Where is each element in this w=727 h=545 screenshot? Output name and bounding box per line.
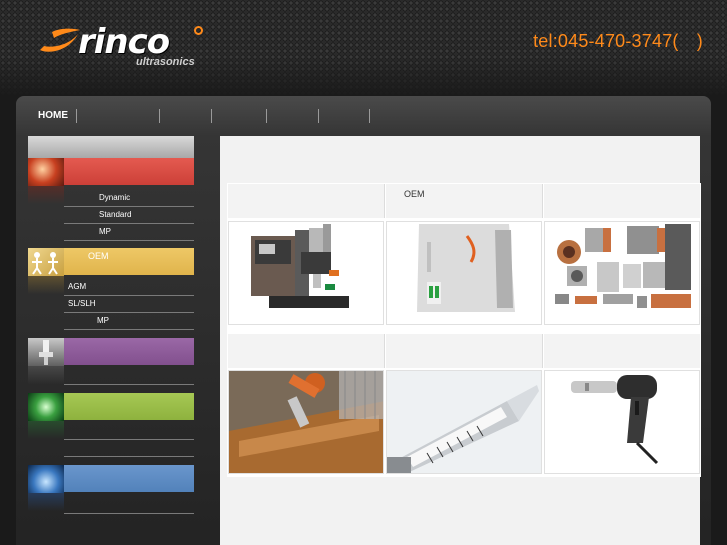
thumbnail-reflection (28, 421, 64, 439)
site-header: rinco ultrasonics tel:045-470-3747( ) (0, 0, 727, 96)
product-image-handheld[interactable] (544, 370, 700, 474)
nav-separator (211, 109, 212, 123)
section-thumbnail-welding[interactable] (28, 158, 64, 186)
phone-number: tel:045-470-3747( ) (533, 31, 703, 51)
nav-separator (159, 109, 160, 123)
product-title: OEM (404, 189, 425, 199)
logo-registered-mark (194, 26, 203, 35)
sidebar-item-dynamic[interactable]: Dynamic (64, 190, 194, 207)
nav-home[interactable]: HOME (38, 110, 68, 121)
product-title-cell[interactable] (228, 334, 385, 368)
thumbnail-reflection (28, 366, 64, 384)
product-title-cell[interactable]: OEM (386, 184, 543, 218)
top-nav: HOME (16, 96, 711, 136)
sidebar-item-label: AGM (68, 282, 87, 291)
sidebar-item-label: Standard (99, 210, 132, 219)
product-title-cell[interactable] (228, 184, 385, 218)
nav-separator (266, 109, 267, 123)
product-image-sonotrodes[interactable] (544, 221, 700, 325)
sonotrode-icon (39, 340, 53, 365)
product-image-syringe[interactable] (386, 370, 542, 474)
section-thumbnail-oem[interactable] (28, 248, 64, 276)
sidebar-header (28, 136, 194, 158)
product-image-generator[interactable] (386, 221, 542, 325)
sidebar-item-label: MP (97, 316, 109, 325)
sidebar-item-4-1[interactable] (64, 423, 194, 440)
sidebar-item-mp-oem[interactable]: MP (64, 313, 194, 330)
sidebar-item-label: MP (99, 227, 111, 236)
sidebar-section-1[interactable] (64, 158, 194, 185)
sidebar-item-mp[interactable]: MP (64, 224, 194, 241)
sidebar-section-oem[interactable]: OEM (64, 248, 194, 275)
sidebar-section-4[interactable] (64, 393, 194, 420)
product-title-cell[interactable] (544, 334, 700, 368)
section-thumbnail-wave[interactable] (28, 393, 64, 421)
people-icon (32, 252, 58, 275)
thumbnail-reflection (28, 276, 64, 294)
sidebar-item-4-2[interactable] (64, 440, 194, 457)
sidebar-item-5-1[interactable] (64, 495, 194, 514)
sidebar-item-sl-slh[interactable]: SL/SLH (64, 296, 194, 313)
rinco-logo[interactable]: rinco ultrasonics (38, 22, 208, 74)
sidebar-section-5[interactable] (64, 465, 194, 492)
product-title-cell[interactable] (386, 334, 543, 368)
thumbnail-reflection (28, 493, 64, 511)
product-image-robot[interactable] (228, 370, 384, 474)
sidebar-item-3-1[interactable] (64, 368, 194, 385)
thumbnail-reflection (28, 186, 64, 204)
logo-subtitle: ultrasonics (136, 56, 195, 68)
section-thumbnail-horn[interactable] (28, 338, 64, 366)
nav-separator (369, 109, 370, 123)
product-sidebar: Dynamic Standard MP OEM AGM SL/SLH MP (28, 136, 194, 545)
logo-swoosh-icon (40, 28, 80, 52)
product-title-cell[interactable] (544, 184, 700, 218)
nav-separator (76, 109, 77, 123)
product-image-welding-machine[interactable] (228, 221, 384, 325)
nav-separator (318, 109, 319, 123)
sidebar-item-standard[interactable]: Standard (64, 207, 194, 224)
section-label: OEM (88, 251, 109, 261)
sidebar-item-label: SL/SLH (68, 299, 96, 308)
sidebar-item-agm[interactable]: AGM (64, 279, 194, 296)
section-thumbnail-droplet[interactable] (28, 465, 64, 493)
sidebar-item-label: Dynamic (99, 193, 131, 202)
sidebar-section-3[interactable] (64, 338, 194, 365)
